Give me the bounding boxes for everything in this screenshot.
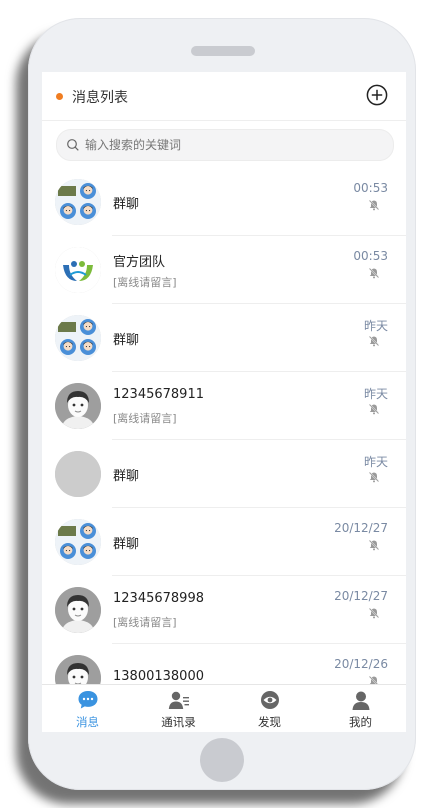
avatar [55,587,101,633]
plus-circle-icon[interactable] [366,84,388,106]
conversation-preview: [离线请留言] [113,412,177,425]
chat-bubble-icon [77,690,99,710]
group-avatar-icon [55,519,101,565]
tab-messages[interactable]: 消息 [42,685,133,732]
conversation-item[interactable]: 群聊 昨天 [42,440,406,508]
conversation-time: 昨天 [363,455,388,469]
search-input[interactable] [83,134,387,156]
muted-bell-icon [368,267,380,279]
conversation-item[interactable]: 12345678998 [离线请留言] 20/12/27 [42,576,406,644]
search-bar[interactable] [56,129,394,161]
tab-label: 消息 [76,715,99,729]
eye-icon [259,690,281,710]
conversation-time: 00:53 [353,249,388,263]
contacts-icon [168,690,190,710]
phone-speaker [191,46,255,56]
conversation-item[interactable]: 官方团队 [离线请留言] 00:53 [42,236,406,304]
team-logo-icon [55,247,101,293]
conversation-time: 昨天 [363,387,388,401]
conversation-time: 20/12/27 [334,521,388,535]
conversation-time: 20/12/27 [334,589,388,603]
avatar [55,519,101,565]
tab-me[interactable]: 我的 [315,685,406,732]
tab-discover[interactable]: 发现 [224,685,315,732]
phone-home-button[interactable] [200,738,244,782]
conversation-item[interactable]: 12345678911 [离线请留言] 昨天 [42,372,406,440]
search-icon [67,139,79,151]
blank-avatar-icon [55,451,101,497]
muted-bell-icon [368,471,380,483]
muted-bell-icon [368,403,380,415]
conversation-name: 13800138000 [113,669,204,684]
conversation-name: 12345678911 [113,387,204,402]
conversation-preview: [离线请留言] [113,616,177,629]
muted-bell-icon [368,607,380,619]
tab-label: 通讯录 [161,715,196,729]
group-avatar-icon [55,315,101,361]
conversation-list: 群聊 00:53 官方团队 [离线请留言] 00:53 群聊 昨天 123456… [42,168,406,712]
conversation-time: 20/12/26 [334,657,388,671]
app-screen: 消息列表 群聊 00:5 [42,72,406,732]
page-title: 消息列表 [72,90,128,106]
default-user-icon [55,383,101,429]
conversation-name: 群聊 [113,197,140,212]
bottom-tab-bar: 消息 通讯录 发现 我的 [42,684,406,732]
muted-bell-icon [368,199,380,211]
conversation-item[interactable]: 群聊 00:53 [42,168,406,236]
avatar [55,247,101,293]
conversation-name: 群聊 [113,333,140,348]
muted-bell-icon [368,335,380,347]
app-header: 消息列表 [42,72,406,121]
avatar [55,383,101,429]
tab-label: 我的 [349,715,372,729]
conversation-name: 群聊 [113,537,140,552]
conversation-name: 12345678998 [113,591,204,606]
conversation-time: 昨天 [363,319,388,333]
conversation-item[interactable]: 群聊 昨天 [42,304,406,372]
header-dot [56,93,63,100]
tab-contacts[interactable]: 通讯录 [133,685,224,732]
conversation-time: 00:53 [353,181,388,195]
conversation-item[interactable]: 群聊 20/12/27 [42,508,406,576]
person-icon [350,690,372,710]
avatar [55,315,101,361]
conversation-name: 官方团队 [113,255,166,270]
conversation-preview: [离线请留言] [113,276,177,289]
muted-bell-icon [368,539,380,551]
avatar [55,451,101,497]
avatar [55,179,101,225]
conversation-name: 群聊 [113,469,140,484]
tab-label: 发现 [258,715,281,729]
default-user-icon [55,587,101,633]
group-avatar-icon [55,179,101,225]
